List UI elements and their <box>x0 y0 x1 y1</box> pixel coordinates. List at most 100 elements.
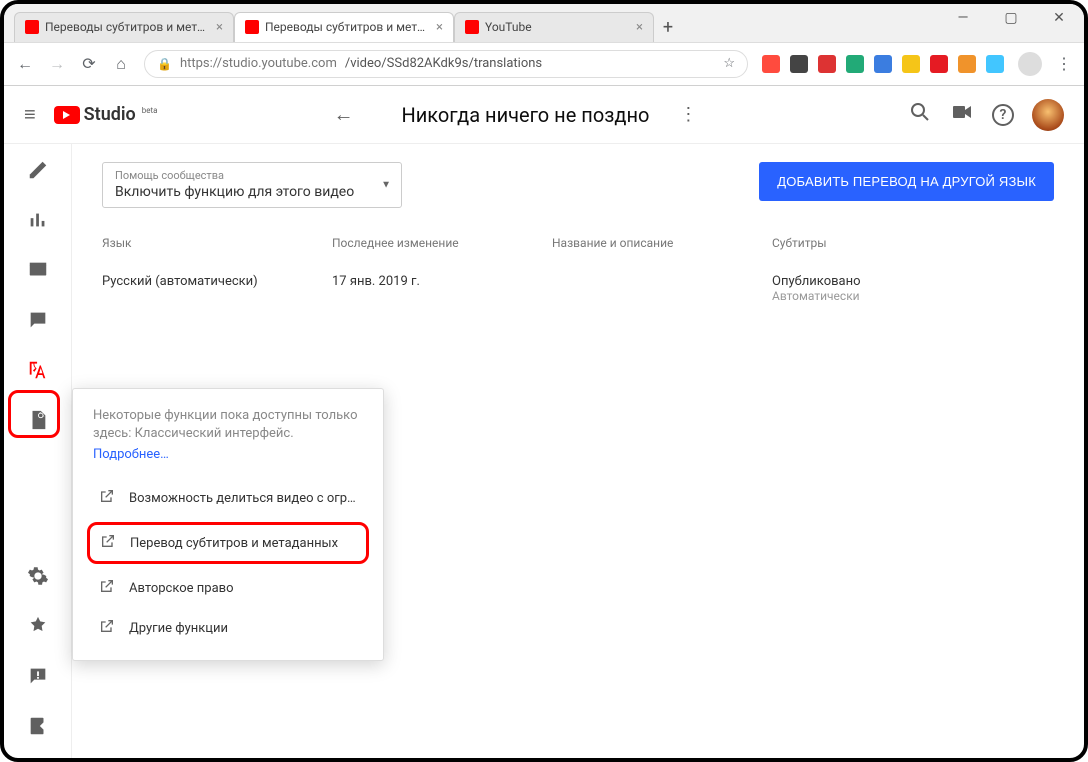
external-link-icon <box>99 578 115 598</box>
sidebar <box>4 144 72 758</box>
browser-chrome: Переводы субтитров и метадан × Переводы … <box>4 4 1084 86</box>
logo-beta: beta <box>142 106 158 115</box>
studio-header: ≡ Studio beta ← Никогда ничего не поздно… <box>4 86 1084 144</box>
lock-icon: 🔒 <box>157 57 172 71</box>
back-arrow-button[interactable]: ← <box>333 102 353 127</box>
sidebar-item-translations[interactable] <box>26 358 50 382</box>
menu-item-label: Перевод субтитров и метаданных <box>130 536 338 551</box>
browser-tab[interactable]: Переводы субтитров и метадан × <box>234 12 454 42</box>
menu-item-label: Авторское право <box>129 581 234 596</box>
extension-icon[interactable] <box>874 55 892 73</box>
learn-more-link[interactable]: Подробнее… <box>93 447 169 462</box>
add-translation-button[interactable]: ДОБАВИТЬ ПЕРЕВОД НА ДРУГОЙ ЯЗЫК <box>759 162 1054 201</box>
menu-item-other-features[interactable]: Другие функции <box>93 610 363 646</box>
back-button[interactable]: ← <box>16 54 34 74</box>
external-link-icon <box>99 618 115 638</box>
browser-tab[interactable]: YouTube × <box>454 12 654 42</box>
create-video-icon[interactable] <box>950 100 974 129</box>
extension-icon[interactable] <box>818 55 836 73</box>
classic-features-menu: Некоторые функции пока доступны только з… <box>72 388 384 661</box>
menu-intro-text: Некоторые функции пока доступны только з… <box>93 407 363 443</box>
column-title-description: Название и описание <box>552 236 772 250</box>
youtube-favicon <box>245 20 259 34</box>
extension-icon[interactable] <box>930 55 948 73</box>
tab-strip: Переводы субтитров и метадан × Переводы … <box>4 4 1084 42</box>
window-minimize-button[interactable]: — <box>948 10 978 26</box>
address-bar: ← → ⟳ ⌂ 🔒 https://studio.youtube.com/vid… <box>4 42 1084 85</box>
browser-tab[interactable]: Переводы субтитров и метадан × <box>14 12 234 42</box>
extension-icon[interactable] <box>790 55 808 73</box>
body: Помощь сообщества Включить функцию для э… <box>4 144 1084 758</box>
extension-icon[interactable] <box>986 55 1004 73</box>
forward-button[interactable]: → <box>48 54 66 74</box>
extension-icon[interactable] <box>846 55 864 73</box>
menu-item-translate-subtitles[interactable]: Перевод субтитров и метаданных <box>87 522 369 564</box>
select-value: Включить функцию для этого видео <box>115 183 373 201</box>
content-area: Помощь сообщества Включить функцию для э… <box>72 144 1084 758</box>
video-title: Никогда ничего не поздно <box>401 103 649 127</box>
subtitle-status: Опубликовано <box>772 274 1054 289</box>
sidebar-item-editor[interactable] <box>26 258 50 282</box>
column-subtitles: Субтитры <box>772 236 1054 250</box>
window-close-button[interactable]: ✕ <box>1044 10 1074 26</box>
menu-item-copyright[interactable]: Авторское право <box>93 570 363 606</box>
more-options-button[interactable]: ⋮ <box>679 104 697 125</box>
row-language: Русский (автоматически) <box>102 274 332 303</box>
extension-icon[interactable] <box>902 55 920 73</box>
home-button[interactable]: ⌂ <box>112 54 130 74</box>
app-window: — ▢ ✕ Переводы субтитров и метадан × Пер… <box>0 0 1088 762</box>
tab-title: Переводы субтитров и метадан <box>45 20 210 34</box>
url-field[interactable]: 🔒 https://studio.youtube.com/video/SSd82… <box>144 50 748 78</box>
menu-item-share-limited[interactable]: Возможность делиться видео с огр… <box>93 480 363 516</box>
sidebar-item-analytics[interactable] <box>26 208 50 232</box>
column-modified: Последнее изменение <box>332 236 552 250</box>
menu-item-label: Другие функции <box>129 621 228 636</box>
youtube-favicon <box>465 20 479 34</box>
browser-profile-avatar[interactable] <box>1018 52 1042 76</box>
help-icon[interactable]: ? <box>992 104 1014 126</box>
youtube-favicon <box>25 20 39 34</box>
row-description <box>552 274 772 303</box>
url-path: /video/SSd82AKdk9s/translations <box>345 56 542 71</box>
tab-close-button[interactable]: × <box>636 20 643 35</box>
menu-item-label: Возможность делиться видео с огр… <box>129 491 356 506</box>
column-language: Язык <box>102 236 332 250</box>
youtube-play-icon <box>54 106 80 124</box>
browser-menu-button[interactable]: ⋮ <box>1056 54 1072 73</box>
reload-button[interactable]: ⟳ <box>80 54 98 73</box>
top-controls: Помощь сообщества Включить функцию для э… <box>102 162 1054 208</box>
table-row[interactable]: Русский (автоматически) 17 янв. 2019 г. … <box>102 256 1054 307</box>
logo-text: Studio <box>84 104 136 125</box>
extension-icons <box>762 55 1004 73</box>
row-modified: 17 янв. 2019 г. <box>332 274 552 303</box>
external-link-icon <box>99 488 115 508</box>
youtube-studio-logo[interactable]: Studio beta <box>54 104 158 125</box>
chevron-down-icon: ▼ <box>381 179 391 192</box>
community-help-select[interactable]: Помощь сообщества Включить функцию для э… <box>102 162 402 208</box>
subtitle-auto: Автоматически <box>772 289 1054 303</box>
sidebar-item-details[interactable] <box>26 158 50 182</box>
search-icon[interactable] <box>908 100 932 129</box>
tab-title: Переводы субтитров и метадан <box>265 20 430 34</box>
extension-icon[interactable] <box>762 55 780 73</box>
extension-icon[interactable] <box>958 55 976 73</box>
user-avatar[interactable] <box>1032 99 1064 131</box>
bookmark-star-icon[interactable]: ☆ <box>723 56 735 71</box>
tab-title: YouTube <box>485 20 630 34</box>
sidebar-item-comments[interactable] <box>26 308 50 332</box>
menu-icon[interactable]: ≡ <box>24 102 36 127</box>
sidebar-item-feedback[interactable] <box>26 664 50 688</box>
window-maximize-button[interactable]: ▢ <box>996 10 1026 26</box>
highlight-ring <box>8 390 60 438</box>
table-header: Язык Последнее изменение Название и опис… <box>102 236 1054 256</box>
url-host: https://studio.youtube.com <box>180 56 337 71</box>
sidebar-item-whatsnew[interactable] <box>26 614 50 638</box>
select-label: Помощь сообщества <box>115 169 373 183</box>
sidebar-item-classic[interactable] <box>26 714 50 738</box>
external-link-icon <box>100 533 116 553</box>
row-subtitles: Опубликовано Автоматически <box>772 274 1054 303</box>
tab-close-button[interactable]: × <box>436 20 443 35</box>
tab-close-button[interactable]: × <box>216 20 223 35</box>
new-tab-button[interactable]: + <box>654 17 682 42</box>
sidebar-item-settings[interactable] <box>26 564 50 588</box>
